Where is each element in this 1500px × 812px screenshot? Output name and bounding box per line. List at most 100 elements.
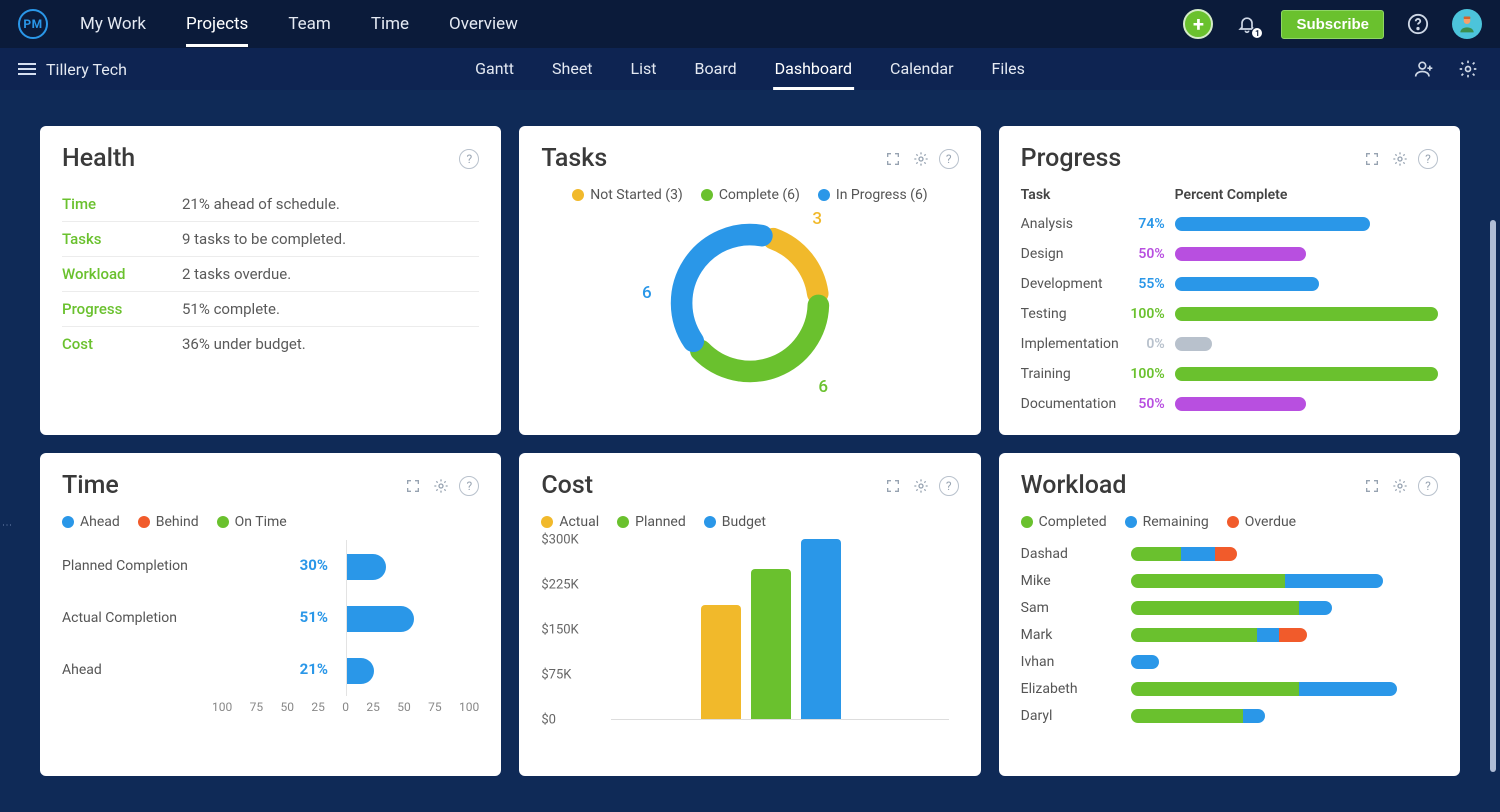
workload-name: Mike bbox=[1021, 573, 1131, 589]
nav-overview[interactable]: Overview bbox=[449, 2, 518, 47]
tab-board[interactable]: Board bbox=[693, 48, 739, 90]
progress-percent: 100% bbox=[1121, 306, 1175, 322]
progress-task: Analysis bbox=[1021, 216, 1121, 232]
card-title: Tasks bbox=[541, 144, 607, 173]
health-value: 51% complete. bbox=[182, 300, 479, 318]
view-tabs: Gantt Sheet List Board Dashboard Calendar File… bbox=[473, 48, 1027, 90]
workload-row: Mike bbox=[1021, 567, 1438, 594]
expand-icon[interactable] bbox=[1362, 149, 1382, 169]
progress-task: Training bbox=[1021, 366, 1121, 382]
expand-icon[interactable] bbox=[1362, 476, 1382, 496]
help-icon[interactable]: ? bbox=[1418, 476, 1438, 496]
gear-icon[interactable] bbox=[1390, 476, 1410, 496]
card-progress: Progress ? Task Percent Complete Analysi… bbox=[999, 126, 1460, 435]
help-icon[interactable]: ? bbox=[939, 476, 959, 496]
health-row: Progress51% complete. bbox=[62, 292, 479, 327]
time-label: Ahead bbox=[62, 662, 212, 678]
nav-my-work[interactable]: My Work bbox=[80, 2, 146, 47]
workload-name: Dashad bbox=[1021, 546, 1131, 562]
workload-name: Sam bbox=[1021, 600, 1131, 616]
user-avatar[interactable] bbox=[1452, 9, 1482, 39]
subscribe-button[interactable]: Subscribe bbox=[1281, 10, 1384, 39]
progress-row: Design50% bbox=[1021, 239, 1438, 269]
gear-icon[interactable] bbox=[911, 149, 931, 169]
health-value: 2 tasks overdue. bbox=[182, 265, 479, 283]
progress-row: Analysis74% bbox=[1021, 209, 1438, 239]
progress-row: Testing100% bbox=[1021, 299, 1438, 329]
card-title: Cost bbox=[541, 471, 593, 500]
axis-tick: 100 bbox=[459, 700, 479, 714]
nav-time[interactable]: Time bbox=[371, 2, 409, 47]
add-button[interactable]: + bbox=[1183, 9, 1213, 39]
health-row: Time21% ahead of schedule. bbox=[62, 187, 479, 222]
progress-percent: 0% bbox=[1121, 336, 1175, 352]
expand-icon[interactable] bbox=[403, 476, 423, 496]
health-value: 21% ahead of schedule. bbox=[182, 195, 479, 213]
project-bar: Tillery Tech GanttSheetListBoardDashboar… bbox=[0, 48, 1500, 90]
progress-row: Training100% bbox=[1021, 359, 1438, 389]
card-tasks: Tasks ? Not Started (3)Complete (6)In Pr… bbox=[519, 126, 980, 435]
help-icon[interactable]: ? bbox=[459, 149, 479, 169]
expand-icon[interactable] bbox=[883, 149, 903, 169]
drag-handle-icon[interactable]: ⋮ bbox=[1, 520, 12, 530]
tab-sheet[interactable]: Sheet bbox=[550, 48, 595, 90]
health-value: 9 tasks to be completed. bbox=[182, 230, 479, 248]
progress-task: Implementation bbox=[1021, 336, 1121, 352]
legend-item: Planned bbox=[617, 514, 686, 530]
legend-item: Budget bbox=[704, 514, 766, 530]
scrollbar[interactable] bbox=[1490, 220, 1496, 772]
gear-icon[interactable] bbox=[911, 476, 931, 496]
axis-tick: 50 bbox=[280, 700, 294, 714]
tab-gantt[interactable]: Gantt bbox=[473, 48, 516, 90]
workload-row: Dashad bbox=[1021, 540, 1438, 567]
expand-icon[interactable] bbox=[883, 476, 903, 496]
legend-item: Not Started (3) bbox=[572, 187, 683, 203]
help-icon[interactable]: ? bbox=[939, 149, 959, 169]
settings-icon[interactable] bbox=[1454, 55, 1482, 83]
workload-row: Sam bbox=[1021, 594, 1438, 621]
axis-label: $0 bbox=[541, 713, 556, 728]
add-user-icon[interactable] bbox=[1410, 55, 1438, 83]
progress-task: Development bbox=[1021, 276, 1121, 292]
tab-list[interactable]: List bbox=[629, 48, 659, 90]
time-row: Planned Completion30% bbox=[62, 540, 479, 592]
progress-row: Implementation0% bbox=[1021, 329, 1438, 359]
workload-bar bbox=[1131, 601, 1411, 615]
card-title: Health bbox=[62, 144, 135, 173]
progress-row: Documentation50% bbox=[1021, 389, 1438, 419]
tab-dashboard[interactable]: Dashboard bbox=[773, 48, 854, 90]
axis-label: $300K bbox=[541, 533, 578, 548]
card-title: Time bbox=[62, 471, 119, 500]
tab-calendar[interactable]: Calendar bbox=[888, 48, 955, 90]
time-row: Actual Completion51% bbox=[62, 592, 479, 644]
help-icon[interactable] bbox=[1404, 10, 1432, 38]
cost-bar-actual bbox=[701, 605, 741, 719]
workload-bar bbox=[1131, 655, 1411, 669]
health-value: 36% under budget. bbox=[182, 335, 479, 353]
notification-count-badge: 1 bbox=[1251, 27, 1263, 39]
gear-icon[interactable] bbox=[431, 476, 451, 496]
axis-tick: 75 bbox=[428, 700, 442, 714]
legend-item: Behind bbox=[138, 514, 199, 530]
workload-row: Elizabeth bbox=[1021, 675, 1438, 702]
workload-bar bbox=[1131, 709, 1411, 723]
workload-name: Ivhan bbox=[1021, 654, 1131, 670]
help-icon[interactable]: ? bbox=[1418, 149, 1438, 169]
help-icon[interactable]: ? bbox=[459, 476, 479, 496]
gear-icon[interactable] bbox=[1390, 149, 1410, 169]
workload-row: Daryl bbox=[1021, 702, 1438, 729]
workload-name: Mark bbox=[1021, 627, 1131, 643]
nav-team[interactable]: Team bbox=[288, 2, 331, 47]
legend-item: Overdue bbox=[1227, 514, 1296, 530]
health-row: Tasks9 tasks to be completed. bbox=[62, 222, 479, 257]
progress-percent: 50% bbox=[1121, 246, 1175, 262]
cost-bar-chart: $300K$225K$150K$75K$0 bbox=[541, 540, 958, 760]
tab-files[interactable]: Files bbox=[990, 48, 1027, 90]
menu-icon[interactable] bbox=[18, 60, 36, 78]
nav-projects[interactable]: Projects bbox=[186, 2, 248, 47]
health-label: Cost bbox=[62, 335, 182, 353]
app-logo[interactable]: PM bbox=[18, 9, 48, 39]
notifications-icon[interactable]: 1 bbox=[1233, 10, 1261, 38]
col-task: Task bbox=[1021, 187, 1121, 203]
axis-label: $150K bbox=[541, 623, 578, 638]
